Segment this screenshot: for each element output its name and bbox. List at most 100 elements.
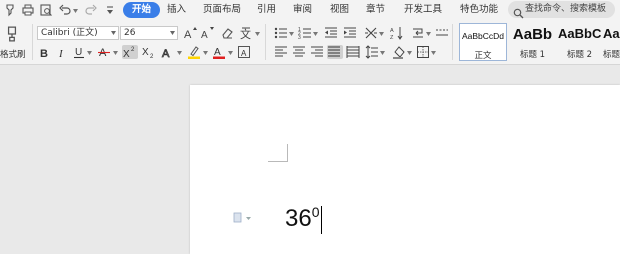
- style-heading-1[interactable]: AaBb 标题 1: [509, 23, 556, 61]
- character-border-icon[interactable]: A: [237, 45, 251, 59]
- tab-references[interactable]: 引用: [257, 2, 276, 18]
- font-name-select[interactable]: Calibri (正文): [37, 26, 119, 40]
- chevron-down-icon[interactable]: [228, 51, 233, 55]
- font-size-value: 26: [124, 28, 136, 38]
- underline-icon[interactable]: U: [72, 45, 86, 59]
- style-name: 标题: [603, 50, 620, 60]
- svg-text:U: U: [75, 47, 82, 58]
- svg-text:X: X: [123, 49, 130, 59]
- style-title[interactable]: AaBb 标题: [603, 23, 620, 61]
- tab-section[interactable]: 章节: [366, 2, 385, 18]
- svg-text:B: B: [40, 48, 48, 59]
- bold-icon[interactable]: B: [37, 45, 51, 59]
- chevron-down-icon[interactable]: [255, 32, 260, 36]
- search-placeholder: 查找命令、搜索模板: [525, 4, 607, 14]
- chevron-down-icon[interactable]: [380, 51, 385, 55]
- svg-text:文: 文: [240, 27, 251, 40]
- style-sample: AaBbCcDd: [461, 31, 505, 41]
- style-sample: AaBbC: [558, 26, 602, 41]
- increase-font-size-icon[interactable]: A: [183, 26, 197, 40]
- tab-insert[interactable]: 插入: [167, 2, 186, 18]
- paragraph-handle-icon[interactable]: [233, 212, 253, 224]
- print-icon[interactable]: [21, 3, 35, 17]
- clear-formatting-icon[interactable]: [220, 26, 234, 40]
- align-left-icon[interactable]: [274, 45, 288, 59]
- chevron-down-icon[interactable]: [426, 32, 431, 36]
- pin-icon[interactable]: [3, 3, 17, 17]
- svg-text:I: I: [58, 48, 64, 59]
- show-paragraph-marks-icon[interactable]: [411, 26, 425, 40]
- subscript-icon[interactable]: X2: [141, 45, 155, 59]
- format-painter-label[interactable]: 格式刷: [0, 48, 26, 60]
- command-search-box[interactable]: 查找命令、搜索模板: [508, 1, 615, 19]
- chevron-down-icon[interactable]: [177, 51, 182, 55]
- print-preview-icon[interactable]: [39, 3, 53, 17]
- distributed-align-icon[interactable]: [346, 45, 360, 59]
- justify-icon[interactable]: [327, 45, 343, 59]
- increase-indent-icon[interactable]: [343, 26, 357, 40]
- bullet-list-icon[interactable]: [274, 26, 288, 40]
- align-center-icon[interactable]: [292, 45, 306, 59]
- chevron-down-icon[interactable]: [431, 51, 436, 55]
- chevron-down-icon: [111, 31, 116, 35]
- document-page[interactable]: [190, 85, 620, 254]
- svg-text:X: X: [142, 47, 149, 58]
- ribbon-toolbar: 格式刷 Calibri (正文) 26 A A 文 B I U X 2 X 2 …: [0, 20, 620, 65]
- group-divider: [265, 24, 266, 60]
- customize-icon[interactable]: [103, 3, 117, 17]
- chevron-down-icon[interactable]: [313, 32, 318, 36]
- tab-home[interactable]: 开始: [123, 2, 161, 18]
- tab-special-features[interactable]: 特色功能: [460, 2, 498, 18]
- decrease-indent-icon[interactable]: [324, 26, 338, 40]
- margin-corner-mark: [268, 144, 288, 162]
- chinese-layout-icon[interactable]: [364, 26, 378, 40]
- chevron-down-icon[interactable]: [407, 51, 412, 55]
- tab-review[interactable]: 审阅: [293, 2, 312, 18]
- tab-developer-tools[interactable]: 开发工具: [404, 2, 442, 18]
- decrease-font-size-icon[interactable]: A: [200, 26, 214, 40]
- svg-text:A: A: [201, 30, 208, 40]
- align-right-icon[interactable]: [310, 45, 324, 59]
- svg-text:A: A: [184, 29, 192, 40]
- redo-icon[interactable]: [84, 3, 98, 17]
- wps-writer-window: 开始 插入 页面布局 引用 审阅 视图 章节 开发工具 特色功能 查找命令、搜索…: [0, 0, 620, 254]
- chevron-down-icon[interactable]: [203, 51, 208, 55]
- undo-dropdown-icon[interactable]: [73, 9, 78, 13]
- numbered-list-icon[interactable]: 123: [298, 26, 312, 40]
- font-color-icon[interactable]: A: [212, 45, 226, 59]
- tab-stops-icon[interactable]: [435, 26, 449, 40]
- borders-icon[interactable]: [416, 45, 430, 59]
- svg-text:Z: Z: [390, 35, 394, 40]
- chevron-down-icon: [170, 31, 175, 35]
- style-normal[interactable]: AaBbCcDd 正文: [459, 23, 507, 61]
- highlight-color-icon[interactable]: [187, 45, 201, 59]
- superscript-text: 0: [311, 204, 320, 220]
- format-painter-icon[interactable]: [4, 26, 20, 42]
- style-heading-2[interactable]: AaBbC 标题 2: [557, 23, 602, 61]
- superscript-icon[interactable]: X2: [122, 45, 138, 59]
- svg-text:3: 3: [298, 35, 301, 40]
- chevron-down-icon[interactable]: [113, 51, 118, 55]
- chevron-down-icon[interactable]: [87, 51, 92, 55]
- shading-icon[interactable]: [392, 45, 406, 59]
- font-size-select[interactable]: 26: [120, 26, 178, 40]
- document-body-text[interactable]: 360: [285, 202, 322, 236]
- sort-icon[interactable]: AZ: [390, 26, 404, 40]
- svg-text:A: A: [390, 28, 394, 34]
- svg-text:2: 2: [131, 47, 135, 53]
- chevron-down-icon[interactable]: [379, 32, 384, 36]
- text-cursor: [320, 205, 322, 234]
- phonetic-guide-icon[interactable]: 文: [239, 26, 253, 40]
- tab-view[interactable]: 视图: [330, 2, 349, 18]
- tab-page-layout[interactable]: 页面布局: [203, 2, 241, 18]
- search-icon: [513, 4, 524, 19]
- chevron-down-icon[interactable]: [289, 32, 294, 36]
- style-name: 标题 2: [566, 50, 593, 60]
- style-name: 正文: [474, 51, 492, 61]
- strikethrough-icon[interactable]: A: [97, 45, 111, 59]
- italic-icon[interactable]: I: [55, 45, 69, 59]
- group-divider: [32, 24, 33, 60]
- line-spacing-icon[interactable]: [365, 45, 379, 59]
- text-effects-icon[interactable]: A: [161, 45, 175, 59]
- undo-icon[interactable]: [58, 3, 72, 17]
